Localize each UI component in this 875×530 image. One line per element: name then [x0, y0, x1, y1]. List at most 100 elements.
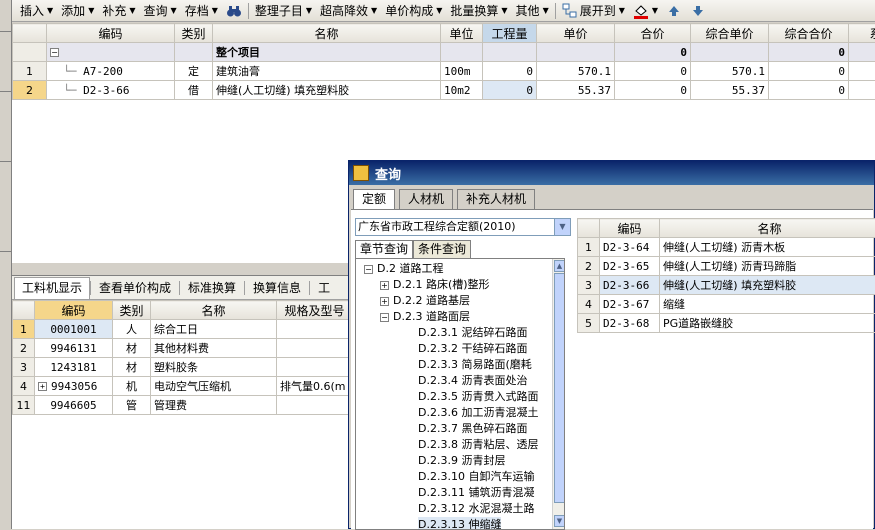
- name-cell[interactable]: 伸缝(人工切缝) 沥青木板: [660, 238, 875, 257]
- code-cell[interactable]: D2-3-67: [600, 295, 660, 314]
- total-row-composite-total[interactable]: 0: [769, 43, 849, 62]
- tree-node[interactable]: +D.2.1 路床(槽)整形: [380, 277, 490, 293]
- column-header-code[interactable]: 编码: [600, 219, 660, 238]
- column-header-name[interactable]: 名称: [213, 24, 441, 43]
- spec-cell[interactable]: [277, 358, 353, 377]
- code-cell[interactable]: D2-3-68: [600, 314, 660, 333]
- unit-price-composition-button[interactable]: 单价构成▼: [381, 1, 446, 21]
- total-row-hejia[interactable]: 0: [615, 43, 691, 62]
- expand-icon[interactable]: +: [380, 281, 389, 290]
- row-number[interactable]: 3: [13, 358, 35, 377]
- spec-cell[interactable]: [277, 396, 353, 415]
- row-number[interactable]: 3: [578, 276, 600, 295]
- name-cell[interactable]: PG道路嵌缝胶: [660, 314, 875, 333]
- column-header-quantity[interactable]: 工程量: [483, 24, 537, 43]
- table-row[interactable]: 11 9946605 管 管理费: [13, 396, 353, 415]
- tab-chapter-search[interactable]: 章节查询: [355, 240, 413, 258]
- table-cell[interactable]: [175, 43, 213, 62]
- tab-supplement-labor-material[interactable]: 补充人材机: [457, 189, 535, 209]
- row-number[interactable]: 11: [13, 396, 35, 415]
- insert-button[interactable]: 插入▼: [16, 1, 57, 21]
- tab-labor-material[interactable]: 人材机: [399, 189, 453, 209]
- tree-leaf[interactable]: D.2.3.7 黑色碎石路面: [418, 421, 527, 437]
- name-cell[interactable]: 综合工日: [151, 320, 277, 339]
- move-down-button[interactable]: [686, 1, 710, 21]
- tree-leaf[interactable]: D.2.3.12 水泥混凝土路: [418, 501, 534, 517]
- type-cell[interactable]: 机: [113, 377, 151, 396]
- type-cell[interactable]: 管: [113, 396, 151, 415]
- row-number[interactable]: 2: [13, 339, 35, 358]
- code-cell[interactable]: D2-3-66: [600, 276, 660, 295]
- table-row[interactable]: 4 D2-3-67 缩缝: [578, 295, 875, 314]
- left-strip-segment[interactable]: [0, 32, 11, 92]
- total-cell[interactable]: 0: [615, 81, 691, 100]
- tree-scrollbar[interactable]: ▲ ▼: [552, 259, 565, 529]
- scrollbar-thumb[interactable]: [554, 273, 565, 503]
- table-cell[interactable]: [691, 43, 769, 62]
- scroll-down-icon[interactable]: ▼: [554, 515, 565, 527]
- code-cell[interactable]: +9943056: [35, 377, 113, 396]
- expand-to-button[interactable]: 展开到▼: [558, 1, 629, 21]
- column-header-type[interactable]: 类别: [113, 301, 151, 320]
- tree-leaf[interactable]: D.2.3.5 沥青贯入式路面: [418, 389, 538, 405]
- table-row[interactable]: 1 0001001 人 综合工日: [13, 320, 353, 339]
- composite-price-cell[interactable]: 570.1: [691, 62, 769, 81]
- composite-total-cell[interactable]: 0: [769, 81, 849, 100]
- column-header-total[interactable]: 合价: [615, 24, 691, 43]
- collapse-icon[interactable]: −: [364, 265, 373, 274]
- table-cell[interactable]: [441, 43, 483, 62]
- row-number[interactable]: 4: [578, 295, 600, 314]
- column-header-code[interactable]: 编码: [47, 24, 175, 43]
- table-row[interactable]: 2 D2-3-65 伸缝(人工切缝) 沥青玛蹄脂: [578, 257, 875, 276]
- left-strip-segment[interactable]: [0, 162, 11, 252]
- height-efficiency-button[interactable]: 超高降效▼: [316, 1, 381, 21]
- composite-price-cell[interactable]: 55.37: [691, 81, 769, 100]
- tree-node[interactable]: −D.2 道路工程: [364, 261, 443, 277]
- other-button[interactable]: 其他▼: [512, 1, 553, 21]
- total-row-name[interactable]: 整个项目: [213, 43, 441, 62]
- name-cell[interactable]: 电动空气压缩机: [151, 377, 277, 396]
- column-header-spec[interactable]: 规格及型号: [277, 301, 353, 320]
- table-row[interactable]: 3 1243181 材 塑料胶条: [13, 358, 353, 377]
- name-cell[interactable]: 其他材料费: [151, 339, 277, 358]
- add-button[interactable]: 添加▼: [57, 1, 98, 21]
- expand-icon[interactable]: +: [38, 382, 47, 391]
- tab-more[interactable]: 工: [310, 277, 338, 299]
- name-cell[interactable]: 伸缝(人工切缝) 填充塑料胶: [660, 276, 875, 295]
- row-number[interactable]: 2: [13, 81, 47, 100]
- supplement-button[interactable]: 补充▼: [98, 1, 139, 21]
- spec-cell[interactable]: [277, 320, 353, 339]
- tree-node[interactable]: −D.2.3 道路面层: [380, 309, 470, 325]
- type-cell[interactable]: 材: [113, 339, 151, 358]
- row-number[interactable]: 5: [578, 314, 600, 333]
- query-button[interactable]: 查询▼: [140, 1, 181, 21]
- composite-total-cell[interactable]: 0: [769, 62, 849, 81]
- name-cell[interactable]: 缩缝: [660, 295, 875, 314]
- column-header-type[interactable]: 类别: [175, 24, 213, 43]
- table-row[interactable]: 4 +9943056 机 电动空气压缩机 排气量0.6(m: [13, 377, 353, 396]
- tree-leaf[interactable]: D.2.3.9 沥青封层: [418, 453, 505, 469]
- column-header-extra[interactable]: 系: [849, 24, 875, 43]
- table-row[interactable]: 5 D2-3-68 PG道路嵌缝胶: [578, 314, 875, 333]
- code-cell[interactable]: 9946131: [35, 339, 113, 358]
- quantity-cell[interactable]: 0: [483, 81, 537, 100]
- name-cell[interactable]: 建筑油膏: [213, 62, 441, 81]
- tree-leaf[interactable]: D.2.3.3 简易路面(磨耗: [418, 357, 532, 373]
- organize-items-button[interactable]: 整理子目▼: [251, 1, 316, 21]
- column-header-unit[interactable]: 单位: [441, 24, 483, 43]
- code-cell[interactable]: 0001001: [35, 320, 113, 339]
- move-up-button[interactable]: [662, 1, 686, 21]
- dialog-title-bar[interactable]: 查询: [349, 161, 874, 185]
- code-cell[interactable]: 9946605: [35, 396, 113, 415]
- table-cell[interactable]: [849, 43, 875, 62]
- code-cell[interactable]: └─ A7-200: [47, 62, 175, 81]
- tree-node[interactable]: +D.2.2 道路基层: [380, 293, 470, 309]
- code-cell[interactable]: └─ D2-3-66: [47, 81, 175, 100]
- tree-leaf[interactable]: D.2.3.4 沥青表面处治: [418, 373, 527, 389]
- expand-icon[interactable]: +: [380, 297, 389, 306]
- extra-cell[interactable]: 0: [849, 81, 875, 100]
- name-cell[interactable]: 伸缝(人工切缝) 填充塑料胶: [213, 81, 441, 100]
- table-row[interactable]: 1 D2-3-64 伸缝(人工切缝) 沥青木板: [578, 238, 875, 257]
- table-cell[interactable]: [537, 43, 615, 62]
- fill-color-button[interactable]: ▼: [629, 1, 662, 21]
